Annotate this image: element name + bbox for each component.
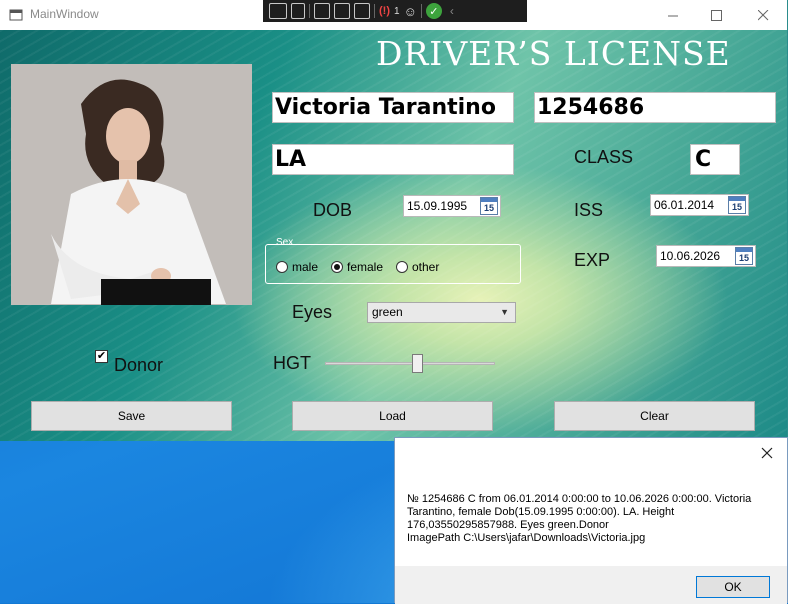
toolbar-separator [309, 4, 310, 18]
app-icon [9, 9, 23, 21]
name-field[interactable]: Victoria Tarantino [272, 92, 514, 123]
exp-value: 10.06.2026 [660, 249, 721, 263]
live-visual-tree-icon[interactable] [269, 3, 287, 19]
close-icon [757, 9, 768, 20]
exp-label: EXP [574, 250, 611, 270]
radio-indicator[interactable] [276, 261, 288, 273]
iss-label: ISS [574, 200, 604, 220]
radio-label: female [347, 260, 384, 274]
height-slider-track[interactable] [325, 362, 495, 365]
eyes-selected-value: green [372, 305, 403, 319]
license-photo [11, 64, 252, 305]
main-window: MainWindow (!) 1 ☺ ✓ ‹ DRIVER’S LICENSE [0, 0, 788, 441]
radio-indicator[interactable] [331, 261, 343, 273]
binding-failures-icon[interactable]: (!) [379, 5, 390, 17]
save-button[interactable]: Save [31, 401, 232, 431]
track-focus-icon[interactable] [354, 3, 370, 19]
ok-button[interactable]: OK [696, 576, 770, 598]
radio-label: male [292, 260, 319, 274]
dob-label: DOB [313, 200, 353, 220]
iss-value: 06.01.2014 [654, 198, 715, 212]
sex-groupbox: Sex male female other [265, 237, 521, 284]
eyes-select[interactable]: green ▼ [367, 302, 516, 323]
class-field[interactable]: C [690, 144, 740, 175]
state-field[interactable]: LA [272, 144, 514, 175]
eyes-label: Eyes [292, 302, 333, 322]
height-slider-thumb[interactable] [412, 354, 423, 373]
license-number-field[interactable]: 1254686 [534, 92, 776, 123]
iss-datepicker[interactable]: 06.01.2014 15 [650, 194, 749, 216]
window-title: MainWindow [30, 7, 99, 21]
maximize-icon [710, 9, 722, 21]
toolbar-separator [420, 4, 422, 18]
form-heading: DRIVER’S LICENSE [376, 34, 731, 73]
sex-radio-female[interactable]: female [331, 260, 383, 274]
select-element-icon[interactable] [314, 3, 330, 19]
collapse-arrow-icon[interactable]: ‹ [450, 4, 454, 18]
sex-legend: Sex [276, 237, 294, 248]
class-label: CLASS [574, 147, 634, 167]
message-text: № 1254686 C from 06.01.2014 0:00:00 to 1… [407, 493, 752, 544]
accessibility-checker-icon[interactable]: ☺ [404, 4, 417, 19]
license-form: DRIVER’S LICENSE Victoria Tarantino 1254… [0, 30, 787, 441]
calendar-icon[interactable]: 15 [728, 196, 746, 214]
maximize-button[interactable] [693, 0, 739, 30]
minimize-icon [667, 15, 678, 16]
calendar-icon[interactable]: 15 [480, 197, 498, 215]
radio-indicator[interactable] [396, 261, 408, 273]
donor-label: Donor [114, 355, 164, 375]
calendar-icon[interactable]: 15 [735, 247, 753, 265]
portrait-image [11, 64, 252, 305]
record-icon[interactable] [291, 3, 305, 19]
title-bar[interactable]: MainWindow (!) 1 ☺ ✓ ‹ [0, 0, 787, 30]
toolbar-separator [374, 4, 375, 18]
message-footer: OK [395, 566, 787, 604]
message-box: № 1254686 C from 06.01.2014 0:00:00 to 1… [394, 437, 788, 604]
close-button[interactable] [740, 0, 786, 30]
height-label: HGT [273, 353, 311, 373]
load-button[interactable]: Load [292, 401, 493, 431]
hot-reload-ok-icon[interactable]: ✓ [425, 3, 442, 19]
xaml-debug-toolbar: (!) 1 ☺ ✓ ‹ [263, 0, 527, 22]
exp-datepicker[interactable]: 10.06.2026 15 [656, 245, 756, 267]
dob-datepicker[interactable]: 15.09.1995 15 [403, 195, 501, 217]
donor-checkbox[interactable]: ✔ [95, 350, 108, 363]
dob-value: 15.09.1995 [407, 199, 468, 213]
binding-failures-count: 1 [394, 5, 400, 17]
chevron-down-icon: ▼ [500, 307, 509, 317]
minimize-button[interactable] [650, 0, 696, 30]
clear-button[interactable]: Clear [554, 401, 755, 431]
display-layout-adorners-icon[interactable] [334, 3, 350, 19]
radio-label: other [412, 260, 440, 274]
sex-radio-other[interactable]: other [396, 260, 439, 274]
close-icon[interactable] [759, 445, 775, 461]
sex-radio-male[interactable]: male [276, 260, 318, 274]
